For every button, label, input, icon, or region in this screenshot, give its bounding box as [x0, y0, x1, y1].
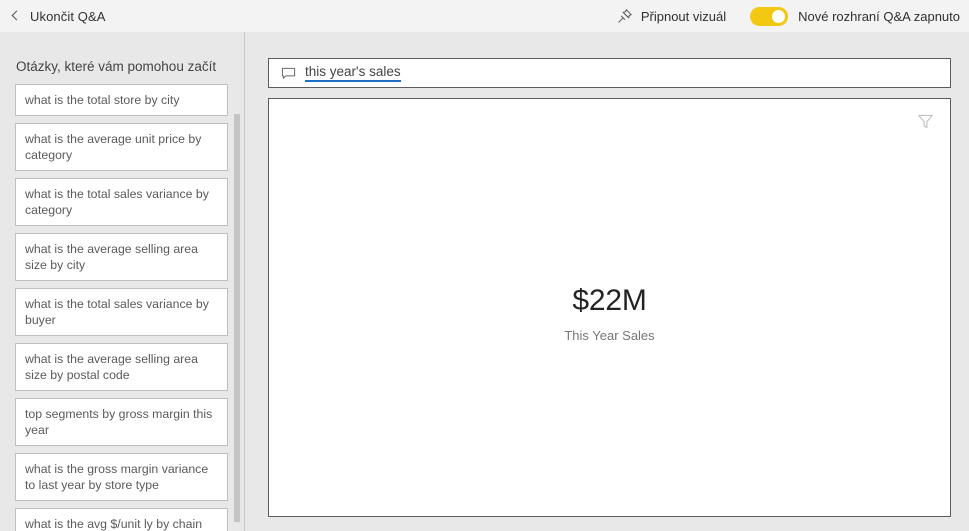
chevron-left-icon [9, 10, 21, 22]
suggestion-item[interactable]: top segments by gross margin this year [15, 398, 228, 446]
suggestion-item[interactable]: what is the gross margin variance to las… [15, 453, 228, 501]
qna-result-visual[interactable]: $22M This Year Sales [268, 98, 951, 517]
suggestion-item[interactable]: what is the average unit price by catego… [15, 123, 228, 171]
suggestion-item[interactable]: what is the total sales variance by buye… [15, 288, 228, 336]
suggestions-sidebar: Otázky, které vám pomohou začít what is … [0, 32, 245, 531]
qna-query-input[interactable]: this year's sales [268, 58, 951, 88]
filter-funnel-icon[interactable] [917, 113, 934, 130]
chat-bubble-icon [281, 67, 296, 79]
card-label: This Year Sales [564, 328, 655, 343]
pin-icon [618, 9, 632, 23]
suggestion-item[interactable]: what is the average selling area size by… [15, 343, 228, 391]
top-toolbar: Ukončit Q&A Připnout vizuál Nové rozhran… [0, 0, 969, 32]
pin-visual-button[interactable]: Připnout vizuál [611, 0, 732, 32]
qna-experience-toggle[interactable] [750, 6, 789, 26]
exit-qna-button[interactable]: Ukončit Q&A [0, 0, 116, 32]
card-content: $22M This Year Sales [269, 283, 950, 344]
suggestion-item[interactable]: what is the total sales variance by cate… [15, 178, 228, 226]
toolbar-right-group: Připnout vizuál Nové rozhraní Q&A zapnut… [611, 0, 969, 32]
qna-toggle-label: Nové rozhraní Q&A zapnuto [798, 8, 960, 24]
card-value: $22M [572, 284, 647, 317]
pin-visual-label: Připnout vizuál [640, 8, 727, 24]
qna-main-area: this year's sales $22M This Year Sales [246, 32, 969, 531]
sidebar-title: Otázky, které vám pomohou začít [16, 59, 217, 74]
exit-qna-label: Ukončit Q&A [30, 8, 106, 24]
sidebar-scrollbar[interactable] [234, 114, 240, 522]
suggestion-item[interactable]: what is the avg $/unit ly by chain [15, 508, 228, 531]
qna-query-text: this year's sales [305, 64, 401, 82]
suggestion-list: what is the total store by city what is t… [15, 84, 229, 531]
suggestion-item[interactable]: what is the total store by city [15, 84, 228, 116]
toggle-knob [772, 9, 786, 23]
suggestion-item[interactable]: what is the average selling area size by… [15, 233, 228, 281]
qna-toggle-group: Nové rozhraní Q&A zapnuto [750, 0, 960, 32]
